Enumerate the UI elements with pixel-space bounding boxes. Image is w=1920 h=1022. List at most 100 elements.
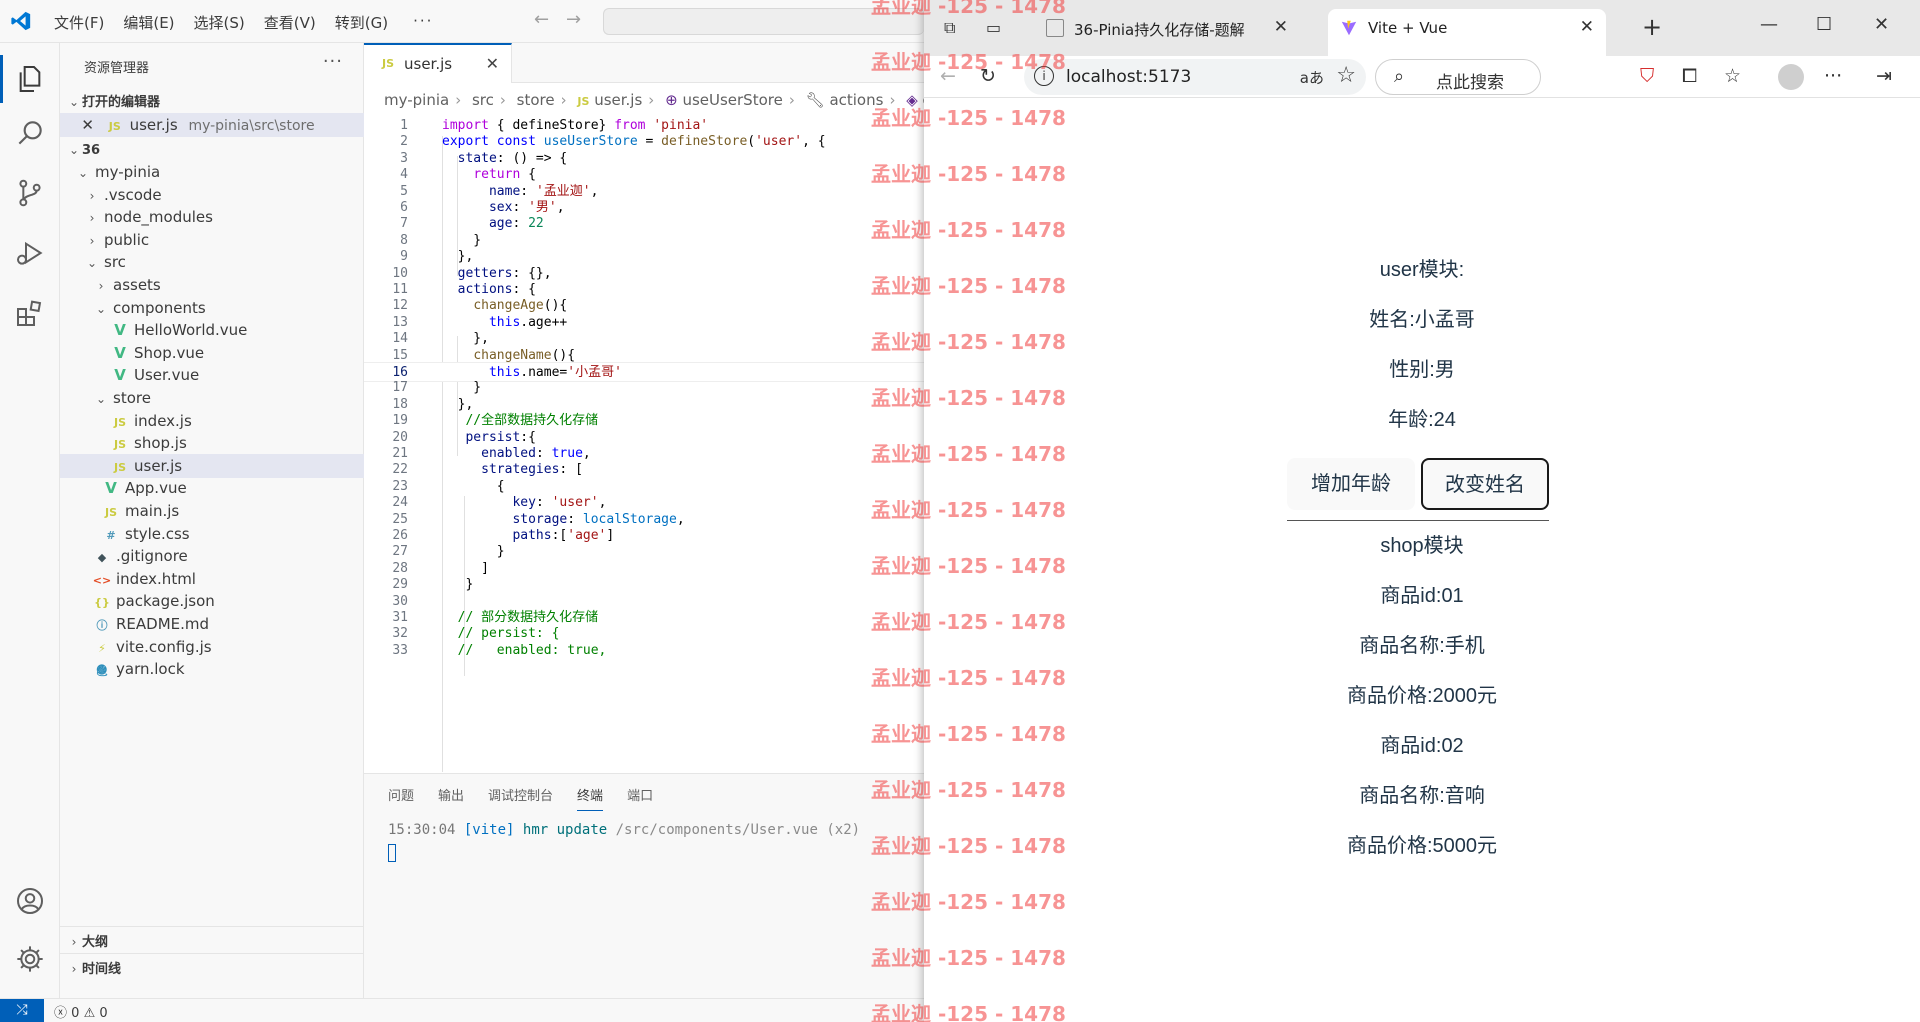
extensions-puzzle-icon[interactable]: ⧠ [1682, 65, 1697, 87]
close-tab-icon[interactable]: ✕ [1274, 17, 1288, 37]
tab-problems[interactable]: 问题 [388, 785, 414, 811]
account-icon[interactable] [14, 885, 46, 917]
tree-item[interactable]: ⌄ src [60, 250, 364, 274]
tree-item[interactable]: ⓘ README.md [60, 612, 364, 636]
explorer-more-button[interactable]: ··· [323, 51, 343, 72]
source-control-icon[interactable] [14, 177, 46, 209]
explorer-icon[interactable] [14, 63, 46, 95]
menu-file[interactable]: 文件(F) [54, 12, 104, 33]
tree-item[interactable]: V App.vue [60, 476, 364, 500]
tree-item-label: src [104, 253, 126, 272]
maximize-icon[interactable]: ☐ [1816, 14, 1832, 35]
divider-line [1287, 520, 1549, 521]
terminal-output[interactable]: 15:30:04 [vite] hmr update /src/componen… [388, 822, 860, 838]
tree-item[interactable]: V Shop.vue [60, 341, 364, 365]
window-close-icon[interactable]: ✕ [1874, 14, 1889, 35]
tree-item[interactable]: JS main.js [60, 499, 364, 523]
tab-output[interactable]: 输出 [438, 785, 464, 811]
tree-item[interactable]: JS user.js [60, 453, 364, 478]
outline-header[interactable]: › 大纲 [60, 929, 364, 953]
tab-terminal[interactable]: 终端 [577, 785, 604, 811]
settings-gear-icon[interactable] [14, 943, 46, 975]
minimize-icon[interactable]: — [1760, 14, 1778, 35]
watermark-text: 孟业迦 -125 - 1478 [871, 498, 1066, 522]
desktop: 文件(F) 编辑(E) 选择(S) 查看(V) 转到(G) ··· ← → 资源… [0, 0, 1920, 1022]
tree-item[interactable]: V User.vue [60, 363, 364, 387]
menu-bar: 文件(F) 编辑(E) 选择(S) 查看(V) 转到(G) ··· [54, 12, 433, 33]
more-options-icon[interactable]: ··· [1824, 65, 1842, 87]
run-debug-icon[interactable] [14, 237, 46, 269]
status-bar: ⤮ ⓧ 0 ⚠ 0 [0, 998, 924, 1022]
forward-arrow-icon[interactable]: → [566, 9, 581, 30]
new-tab-icon[interactable]: + [1642, 13, 1662, 41]
menu-go[interactable]: 转到(G) [335, 12, 388, 33]
tree-item[interactable]: {} package.json [60, 589, 364, 613]
timeline-header[interactable]: › 时间线 [60, 956, 364, 980]
tree-item[interactable]: › node_modules [60, 205, 364, 229]
chevron-down-icon: ⌄ [86, 256, 98, 271]
tree-item[interactable]: JS shop.js [60, 431, 364, 455]
profile-avatar[interactable] [1778, 64, 1804, 90]
browser-tab-inactive[interactable]: 36-Pinia持久化存储-题解 ✕ [1034, 9, 1288, 47]
active-indicator [0, 55, 3, 103]
address-bar[interactable]: i localhost:5173 aあ ☆ [1024, 59, 1366, 95]
tree-item[interactable]: › public [60, 228, 364, 252]
tree-item[interactable]: ⌄ store [60, 386, 364, 410]
tab-debug-console[interactable]: 调试控制台 [488, 785, 553, 811]
favorite-star-icon[interactable]: ☆ [1336, 63, 1356, 88]
tree-item[interactable]: ⌄ my-pinia [60, 160, 364, 184]
menu-selection[interactable]: 选择(S) [194, 12, 245, 33]
tree-item[interactable]: JS index.js [60, 409, 364, 433]
watermark-text: 孟业迦 -125 - 1478 [871, 162, 1066, 186]
tree-item[interactable]: ◆ .gitignore [60, 544, 364, 568]
tree-item[interactable]: V HelloWorld.vue [60, 318, 364, 342]
change-name-button[interactable]: 改变姓名 [1421, 458, 1549, 510]
open-editor-user-js[interactable]: ✕ JS user.js my-pinia\src\store [60, 113, 364, 137]
tree-item-label: store [113, 389, 151, 407]
vertical-tabs-icon[interactable]: ▭ [986, 18, 1006, 38]
tree-item-label: shop.js [134, 434, 187, 453]
menu-view[interactable]: 查看(V) [264, 12, 316, 33]
goods-name-row: 商品名称:手机 [1359, 635, 1485, 657]
breadcrumb-item[interactable]: my-pinia [384, 91, 449, 109]
breadcrumb-item[interactable]: src [472, 91, 494, 109]
tree-item[interactable]: ⌄ components [60, 296, 364, 320]
code-editor[interactable]: 1 import { defineStore} from 'pinia' 2 expo… [364, 116, 924, 772]
menu-edit[interactable]: 编辑(E) [123, 12, 174, 33]
search-box[interactable]: ⌕ 点此搜索 [1375, 59, 1541, 95]
watermark-text: 孟业迦 -125 - 1478 [871, 0, 1066, 18]
read-aloud-icon[interactable]: aあ [1300, 67, 1324, 88]
add-age-button[interactable]: 增加年龄 [1287, 458, 1415, 510]
browser-tab-active[interactable]: Vite + Vue ✕ [1328, 9, 1606, 56]
extensions-icon[interactable] [14, 297, 46, 329]
workspaces-icon[interactable]: ⧉ [944, 18, 964, 38]
breadcrumb-item[interactable]: user.js [594, 91, 642, 109]
search-icon[interactable] [14, 117, 46, 149]
close-tab-icon[interactable]: ✕ [1580, 17, 1594, 37]
tree-item-label: style.css [125, 524, 190, 543]
close-icon[interactable]: ✕ [60, 113, 94, 137]
tab-ports[interactable]: 端口 [627, 785, 653, 811]
pin-extension-icon[interactable]: ⛉ [1640, 65, 1654, 87]
menu-more-button[interactable]: ··· [413, 12, 433, 33]
tree-item[interactable]: › .vscode [60, 183, 364, 207]
tree-item[interactable]: › assets [60, 273, 364, 297]
close-icon[interactable]: ✕ [486, 54, 499, 73]
tree-item[interactable]: <> index.html [60, 567, 364, 591]
variable-icon: ⊕ [665, 91, 678, 109]
editor-area: JS user.js ✕ my-pinia › src › store › JS us… [364, 43, 935, 773]
back-arrow-icon[interactable]: ← [534, 9, 549, 30]
breadcrumb-item[interactable]: store [517, 91, 555, 109]
tab-user-js[interactable]: JS user.js ✕ [364, 43, 512, 83]
tree-item[interactable]: 🧶︎ yarn.lock [60, 657, 364, 681]
problems-status[interactable]: ⓧ 0 ⚠ 0 [54, 1002, 108, 1021]
breadcrumb-item[interactable]: useUserStore [682, 91, 782, 109]
tree-item[interactable]: ⚡ vite.config.js [60, 635, 364, 659]
sidebar-toggle-icon[interactable]: ⇥ [1876, 65, 1892, 87]
favorites-icon[interactable]: ☆ [1724, 65, 1741, 87]
remote-indicator-icon[interactable]: ⤮ [0, 999, 44, 1022]
tree-item[interactable]: # style.css [60, 522, 364, 546]
code-line: 33 // enabled: true, [364, 641, 924, 661]
open-editors-header[interactable]: ⌄ 打开的编辑器 [60, 89, 364, 113]
workspace-header[interactable]: ⌄ 36 [60, 137, 364, 161]
